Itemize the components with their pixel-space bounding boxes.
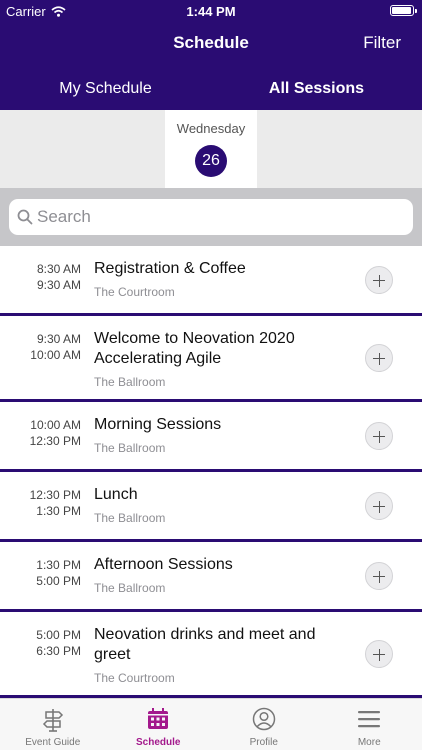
- session-title: Morning Sessions: [94, 416, 222, 433]
- session-row[interactable]: 5:00 PM 6:30 PM Neovation drinks and mee…: [0, 612, 422, 698]
- calendar-icon: [148, 708, 169, 729]
- session-start-time: 1:30 PM: [36, 558, 81, 572]
- tab-all-sessions[interactable]: All Sessions: [211, 66, 422, 110]
- session-list[interactable]: 8:30 AM 9:30 AM Registration & Coffee Th…: [0, 246, 422, 698]
- filter-button[interactable]: Filter: [363, 33, 401, 53]
- add-to-schedule-button[interactable]: [365, 640, 393, 668]
- session-title: Neovation drinks and meet and greet: [94, 626, 316, 663]
- session-room: The Ballroom: [94, 511, 166, 525]
- session-start-time: 9:30 AM: [36, 332, 81, 346]
- session-room: The Courtroom: [94, 671, 175, 685]
- session-info: Lunch The Ballroom: [94, 485, 334, 525]
- session-info: Morning Sessions The Ballroom: [94, 415, 334, 455]
- session-row[interactable]: 10:00 AM 12:30 PM Morning Sessions The B…: [0, 402, 422, 472]
- session-start-time: 5:00 PM: [36, 628, 81, 642]
- session-end-time: 12:30 PM: [29, 434, 81, 448]
- tab-my-schedule[interactable]: My Schedule: [0, 66, 211, 110]
- session-start-time: 12:30 PM: [29, 488, 81, 502]
- session-info: Neovation drinks and meet and greet The …: [94, 625, 334, 685]
- date-weekday: Wednesday: [176, 121, 246, 136]
- date-strip: Wednesday 26: [0, 110, 422, 188]
- session-times: 8:30 AM 9:30 AM: [37, 261, 81, 293]
- schedule-segments: My Schedule All Sessions: [0, 66, 422, 110]
- tab-schedule[interactable]: Schedule: [106, 699, 212, 750]
- session-room: The Ballroom: [94, 581, 166, 595]
- add-to-schedule-button[interactable]: [365, 344, 393, 372]
- status-bar: Carrier 1:44 PM: [0, 0, 422, 22]
- session-row[interactable]: 1:30 PM 5:00 PM Afternoon Sessions The B…: [0, 542, 422, 612]
- session-end-time: 10:00 AM: [30, 348, 81, 362]
- session-room: The Courtroom: [94, 285, 175, 299]
- session-times: 1:30 PM 5:00 PM: [36, 557, 81, 589]
- add-to-schedule-button[interactable]: [365, 266, 393, 294]
- date-day-badge: 26: [195, 145, 227, 177]
- session-times: 10:00 AM 12:30 PM: [30, 417, 81, 449]
- session-room: The Ballroom: [94, 441, 166, 455]
- battery-icon: [390, 5, 417, 16]
- page-title: Schedule: [173, 33, 249, 52]
- add-to-schedule-button[interactable]: [365, 422, 393, 450]
- session-row[interactable]: 8:30 AM 9:30 AM Registration & Coffee Th…: [0, 246, 422, 316]
- tab-event-guide[interactable]: Event Guide: [0, 699, 106, 750]
- session-end-time: 5:00 PM: [36, 574, 81, 588]
- session-title: Lunch: [94, 486, 138, 503]
- tab-profile[interactable]: Profile: [211, 699, 317, 750]
- session-times: 5:00 PM 6:30 PM: [36, 627, 81, 659]
- session-title: Afternoon Sessions: [94, 556, 233, 573]
- tab-label: Event Guide: [25, 737, 81, 748]
- search-box[interactable]: [9, 199, 413, 235]
- tab-label: Profile: [249, 737, 278, 748]
- session-title: Registration & Coffee: [94, 260, 246, 277]
- status-time: 1:44 PM: [186, 4, 236, 19]
- add-to-schedule-button[interactable]: [365, 562, 393, 590]
- date-cell-selected[interactable]: Wednesday 26: [165, 110, 257, 188]
- bottom-tab-bar: Event Guide Schedule Profile More: [0, 698, 422, 750]
- session-end-time: 1:30 PM: [36, 504, 81, 518]
- session-start-time: 10:00 AM: [30, 418, 81, 432]
- session-start-time: 8:30 AM: [36, 262, 81, 276]
- search-input[interactable]: [37, 205, 397, 229]
- session-room: The Ballroom: [94, 375, 166, 389]
- nav-bar: Schedule Filter: [0, 22, 422, 66]
- menu-icon: [358, 711, 381, 728]
- session-times: 9:30 AM 10:00 AM: [30, 331, 81, 363]
- signpost-icon: [42, 709, 63, 732]
- session-row[interactable]: 12:30 PM 1:30 PM Lunch The Ballroom: [0, 472, 422, 542]
- search-bar: [0, 188, 422, 246]
- session-info: Afternoon Sessions The Ballroom: [94, 555, 334, 595]
- session-end-time: 9:30 AM: [36, 278, 81, 292]
- search-icon: [17, 209, 33, 225]
- session-info: Registration & Coffee The Courtroom: [94, 259, 334, 299]
- tab-label: Schedule: [136, 737, 181, 748]
- add-to-schedule-button[interactable]: [365, 492, 393, 520]
- tab-label: More: [357, 737, 381, 748]
- session-info: Welcome to Neovation 2020 Accelerating A…: [94, 329, 334, 389]
- session-row[interactable]: 9:30 AM 10:00 AM Welcome to Neovation 20…: [0, 316, 422, 402]
- session-title: Welcome to Neovation 2020 Accelerating A…: [94, 330, 295, 367]
- tab-more[interactable]: More: [317, 699, 422, 750]
- session-times: 12:30 PM 1:30 PM: [30, 487, 81, 519]
- profile-icon: [252, 707, 275, 731]
- session-end-time: 6:30 PM: [36, 644, 81, 658]
